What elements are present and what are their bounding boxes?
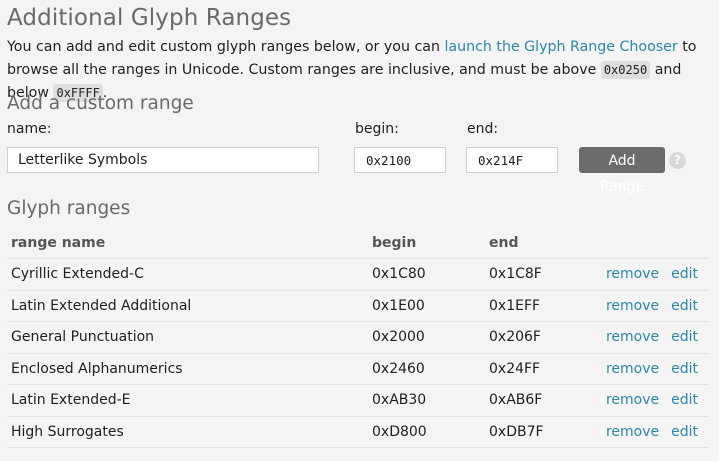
glyph-ranges-table: range name begin end Cyrillic Extended-C… bbox=[7, 228, 708, 448]
row-begin: 0x2000 bbox=[368, 321, 485, 354]
edit-link[interactable]: edit bbox=[671, 266, 698, 282]
edit-link[interactable]: edit bbox=[671, 329, 698, 345]
edit-link[interactable]: edit bbox=[671, 424, 698, 440]
end-label: end: bbox=[467, 121, 499, 137]
row-range-name: Latin Extended Additional bbox=[7, 290, 368, 322]
glyph-ranges-title: Glyph ranges bbox=[7, 198, 131, 219]
row-range-name: Latin Extended-E bbox=[7, 384, 368, 417]
row-begin: 0xAB30 bbox=[368, 384, 485, 417]
row-actions: remove edit bbox=[581, 416, 708, 448]
row-end: 0x206F bbox=[485, 321, 581, 354]
row-actions: remove edit bbox=[581, 258, 708, 291]
range-end-input[interactable] bbox=[466, 147, 558, 173]
remove-link[interactable]: remove bbox=[606, 266, 659, 282]
row-end: 0x1EFF bbox=[485, 290, 581, 322]
remove-link[interactable]: remove bbox=[606, 298, 659, 314]
row-actions: remove edit bbox=[581, 353, 708, 385]
row-actions: remove edit bbox=[581, 321, 708, 354]
table-row: Enclosed Alphanumerics 0x2460 0x24FF rem… bbox=[7, 353, 708, 385]
remove-link[interactable]: remove bbox=[606, 329, 659, 345]
row-end: 0xAB6F bbox=[485, 384, 581, 417]
row-begin: 0x2460 bbox=[368, 353, 485, 385]
row-range-name: Cyrillic Extended-C bbox=[7, 258, 368, 291]
row-begin: 0x1E00 bbox=[368, 290, 485, 322]
glyph-ranges-page: Additional Glyph Ranges You can add and … bbox=[0, 0, 719, 461]
row-end: 0xDB7F bbox=[485, 416, 581, 448]
min-code: 0x0250 bbox=[600, 61, 651, 79]
row-range-name: General Punctuation bbox=[7, 321, 368, 354]
page-title: Additional Glyph Ranges bbox=[7, 5, 292, 31]
begin-label: begin: bbox=[355, 121, 399, 137]
range-begin-input[interactable] bbox=[354, 147, 446, 173]
table-row: High Surrogates 0xD800 0xDB7F remove edit bbox=[7, 416, 708, 448]
remove-link[interactable]: remove bbox=[606, 392, 659, 408]
row-actions: remove edit bbox=[581, 290, 708, 322]
edit-link[interactable]: edit bbox=[671, 361, 698, 377]
help-icon[interactable]: ? bbox=[669, 152, 686, 169]
remove-link[interactable]: remove bbox=[606, 424, 659, 440]
intro-text: You can add and edit custom glyph ranges… bbox=[7, 39, 445, 55]
row-end: 0x24FF bbox=[485, 353, 581, 385]
header-actions bbox=[581, 228, 708, 259]
glyph-range-chooser-link[interactable]: launch the Glyph Range Chooser bbox=[444, 39, 677, 55]
name-label: name: bbox=[7, 121, 52, 137]
table-row: Cyrillic Extended-C 0x1C80 0x1C8F remove… bbox=[7, 258, 708, 291]
table-row: Latin Extended Additional 0x1E00 0x1EFF … bbox=[7, 290, 708, 322]
edit-link[interactable]: edit bbox=[671, 298, 698, 314]
row-begin: 0x1C80 bbox=[368, 258, 485, 291]
table-row: General Punctuation 0x2000 0x206F remove… bbox=[7, 321, 708, 354]
remove-link[interactable]: remove bbox=[606, 361, 659, 377]
add-range-button[interactable]: Add Range bbox=[579, 147, 665, 195]
range-name-input[interactable] bbox=[7, 147, 319, 173]
header-begin: begin bbox=[368, 228, 485, 259]
table-header-row: range name begin end bbox=[7, 228, 708, 259]
add-range-title: Add a custom range bbox=[7, 93, 194, 114]
row-range-name: Enclosed Alphanumerics bbox=[7, 353, 368, 385]
header-end: end bbox=[485, 228, 581, 259]
row-actions: remove edit bbox=[581, 384, 708, 417]
header-range-name: range name bbox=[7, 228, 368, 259]
row-range-name: High Surrogates bbox=[7, 416, 368, 448]
table-row: Latin Extended-E 0xAB30 0xAB6F remove edi… bbox=[7, 384, 708, 417]
row-begin: 0xD800 bbox=[368, 416, 485, 448]
row-end: 0x1C8F bbox=[485, 258, 581, 291]
edit-link[interactable]: edit bbox=[671, 392, 698, 408]
